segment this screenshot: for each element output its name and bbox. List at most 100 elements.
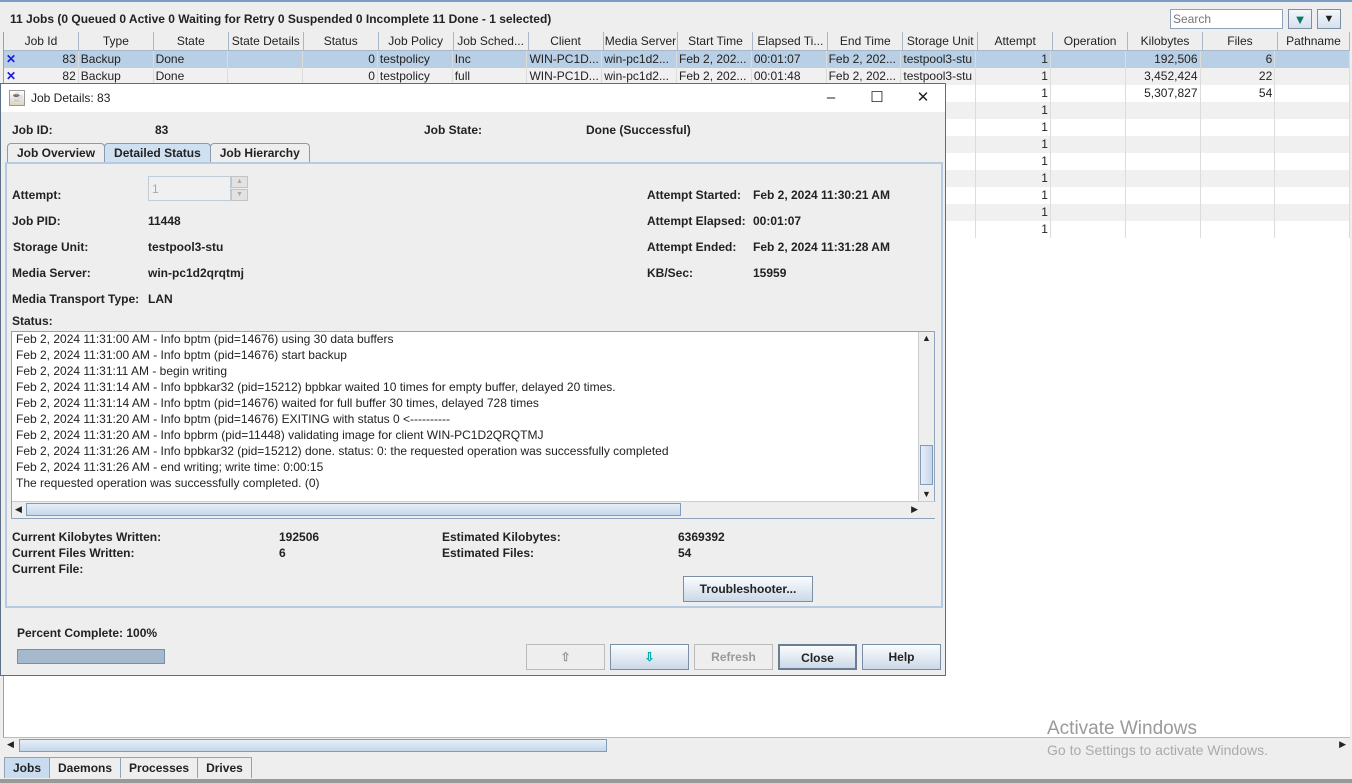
tab-job-hierarchy[interactable]: Job Hierarchy <box>209 143 310 163</box>
kbsec-value: 15959 <box>753 266 787 280</box>
scroll-right-icon[interactable]: ▶ <box>911 504 918 515</box>
tab-detailed-status[interactable]: Detailed Status <box>104 143 211 163</box>
column-header[interactable]: End Time <box>828 32 904 51</box>
table-row[interactable]: ✕ 83 Backup Done 0 testpolicy Inc WIN-PC1D... wi… <box>4 51 1350 68</box>
table-cell <box>1051 51 1126 68</box>
minimize-icon[interactable]: – <box>821 89 841 107</box>
table-cell <box>1051 85 1126 102</box>
tab-jobs[interactable]: Jobs <box>4 757 51 778</box>
column-header[interactable]: Job Id <box>4 32 79 51</box>
current-file-label: Current File: <box>12 562 84 576</box>
column-header[interactable]: Job Sched... <box>453 32 529 51</box>
column-header[interactable]: State <box>153 32 229 51</box>
tab-job-overview[interactable]: Job Overview <box>7 143 106 163</box>
table-cell <box>1126 153 1201 170</box>
scrollbar-thumb[interactable] <box>19 739 607 752</box>
scroll-left-icon[interactable]: ◀ <box>7 739 14 750</box>
table-cell: 1 <box>976 85 1051 102</box>
job-id-label: Job ID: <box>12 123 53 137</box>
spinner-down-icon[interactable]: ▼ <box>231 189 248 201</box>
storage-unit-value: testpool3-stu <box>148 240 224 254</box>
media-server-label: Media Server: <box>12 266 91 280</box>
column-header[interactable]: Type <box>78 32 154 51</box>
scroll-down-icon[interactable]: ▼ <box>922 489 931 499</box>
scroll-up-icon[interactable]: ▲ <box>922 333 931 343</box>
table-cell: Feb 2, 202... <box>827 51 902 68</box>
table-header: Job Id Type State State Details Status Job Po… <box>4 32 1350 51</box>
status-label: Status: <box>12 314 53 328</box>
table-cell: Done <box>154 51 229 68</box>
close-icon[interactable]: ✕ <box>913 89 933 107</box>
spinner-up-icon[interactable]: ▲ <box>231 176 248 188</box>
table-cell: testpolicy <box>378 51 453 68</box>
table-cell: testpool3-stu <box>901 51 977 68</box>
dialog-titlebar[interactable]: ☕ Job Details: 83 – ☐ ✕ <box>1 84 945 112</box>
next-job-button[interactable]: ⇩ <box>610 644 689 670</box>
column-header[interactable]: Operation <box>1053 32 1129 51</box>
files-written-value: 6 <box>279 546 286 560</box>
log-vertical-scrollbar[interactable]: ▲ ▼ <box>918 332 934 502</box>
table-cell <box>1201 136 1276 153</box>
table-cell <box>1275 102 1350 119</box>
table-cell <box>1126 204 1201 221</box>
transport-label: Media Transport Type: <box>12 292 140 306</box>
table-cell <box>1126 170 1201 187</box>
table-cell <box>1201 187 1276 204</box>
menu-dropdown-button[interactable]: ▼ <box>1317 9 1341 29</box>
column-header[interactable]: Attempt <box>978 32 1054 51</box>
table-cell <box>1126 119 1201 136</box>
tab-processes[interactable]: Processes <box>120 757 199 778</box>
log-line: Feb 2, 2024 11:31:26 AM - Info bpbkar32 … <box>16 444 669 458</box>
est-kb-value: 6369392 <box>678 530 725 544</box>
table-cell <box>1051 119 1126 136</box>
troubleshooter-button[interactable]: Troubleshooter... <box>683 576 813 602</box>
table-cell <box>1051 204 1126 221</box>
scrollbar-thumb[interactable] <box>26 503 681 516</box>
table-cell: 1 <box>976 187 1051 204</box>
est-files-value: 54 <box>678 546 692 560</box>
table-cell <box>1275 187 1350 204</box>
job-id-value: 83 <box>155 123 169 137</box>
column-header[interactable]: Kilobytes <box>1128 32 1203 51</box>
column-header[interactable]: Client <box>528 32 604 51</box>
log-horizontal-scrollbar[interactable]: ◀ ▶ <box>12 501 936 518</box>
attempt-ended-value: Feb 2, 2024 11:31:28 AM <box>753 240 890 254</box>
java-app-icon: ☕ <box>9 90 25 106</box>
log-line: Feb 2, 2024 11:31:26 AM - end writing; w… <box>16 460 324 474</box>
filter-button[interactable]: ▼ <box>1288 9 1312 29</box>
table-cell: 1 <box>976 204 1051 221</box>
log-line: The requested operation was successfully… <box>16 476 320 490</box>
tab-daemons[interactable]: Daemons <box>49 757 122 778</box>
column-header[interactable]: Status <box>303 32 379 51</box>
refresh-button[interactable]: Refresh <box>694 644 773 670</box>
attempt-elapsed-value: 00:01:07 <box>753 214 802 228</box>
log-line: Feb 2, 2024 11:31:14 AM - Info bptm (pid… <box>16 396 539 410</box>
attempt-spinner[interactable]: 1 <box>148 176 231 201</box>
column-header[interactable]: Media Server <box>603 32 679 51</box>
close-button[interactable]: Close <box>778 644 857 670</box>
column-header[interactable]: Storage Unit <box>903 32 979 51</box>
scroll-right-icon[interactable]: ▶ <box>1339 739 1346 750</box>
help-button[interactable]: Help <box>862 644 941 670</box>
column-header[interactable]: Files <box>1203 32 1278 51</box>
scroll-left-icon[interactable]: ◀ <box>15 504 22 515</box>
column-header[interactable]: State Details <box>228 32 304 51</box>
column-header[interactable]: Start Time <box>678 32 754 51</box>
storage-unit-label: Storage Unit: <box>13 240 89 254</box>
table-cell <box>1275 221 1350 238</box>
log-line: Feb 2, 2024 11:31:00 AM - Info bptm (pid… <box>16 332 394 346</box>
maximize-icon[interactable]: ☐ <box>867 89 887 107</box>
table-cell <box>1201 119 1276 136</box>
column-header[interactable]: Pathname <box>1277 32 1350 51</box>
table-cell <box>1275 85 1350 102</box>
previous-job-button[interactable]: ⇧ <box>526 644 605 670</box>
table-cell: 1 <box>976 153 1051 170</box>
scrollbar-thumb[interactable] <box>920 445 933 485</box>
tab-drives[interactable]: Drives <box>197 757 252 778</box>
est-kb-label: Estimated Kilobytes: <box>442 530 561 544</box>
column-header[interactable]: Job Policy <box>378 32 454 51</box>
column-header[interactable]: Elapsed Ti... <box>753 32 829 51</box>
dialog-title: Job Details: 83 <box>31 91 111 105</box>
search-input[interactable] <box>1170 9 1283 29</box>
status-log[interactable]: The requested operation was successfully… <box>11 331 936 519</box>
